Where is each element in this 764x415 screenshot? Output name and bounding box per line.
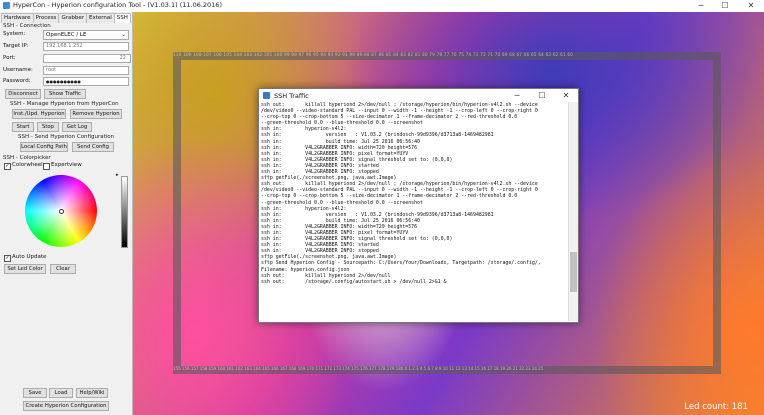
led-top-numbers: 110 109 108 107 106 105 104 103 102 101 … [173,52,574,57]
set-led-color-button[interactable]: Set Led Color [4,264,46,274]
ssh-close-button[interactable]: ✕ [554,89,578,102]
clear-button[interactable]: Clear [50,264,76,274]
tab-bar: Hardware Process Grabber External SSH [1,13,131,23]
ssh-traffic-window: SSH Traffic ─ ☐ ✕ ssh out: killall hyper… [258,88,579,323]
colorwheel-checkbox[interactable]: ✓ [4,163,11,170]
tab-grabber[interactable]: Grabber [58,13,87,23]
ssh-log-line: sftp Send Hyperion Config - Sourcepath: … [261,260,541,267]
maximize-button[interactable]: ☐ [714,0,736,12]
system-value: OpenELEC / LE [46,32,87,38]
ssh-minimize-button[interactable]: ─ [505,89,529,102]
tab-ssh[interactable]: SSH [113,13,131,23]
disconnect-button[interactable]: Disconnect [5,89,41,99]
local-config-path-button[interactable]: Local Config Path [20,142,68,152]
manage-hyperion-group: SSH - Manage Hyperion from HyperCon [10,101,119,107]
ssh-log-line: ssh out: /storage/.config/autostart.sh >… [261,278,447,285]
config-panel: Hardware Process Grabber External SSH SSH - … [0,12,133,415]
tab-process[interactable]: Process [32,13,60,23]
password-label: Password: [3,78,31,84]
ssh-traffic-title: SSH Traffic [274,92,309,100]
colorwheel-label: Colorwheel [12,162,43,168]
close-button[interactable]: ✕ [740,0,762,12]
username-label: Username: [3,67,33,73]
system-label: System: [3,31,26,37]
tab-hardware[interactable]: Hardware [1,13,34,23]
send-config-group: SSH - Send Hyperion Configuration [18,134,115,140]
led-count: Led count: 181 [684,402,748,412]
port-field[interactable]: 22 [43,54,131,63]
target-ip-field[interactable]: 192.168.1.252 [43,42,129,51]
username-field[interactable]: root [43,66,129,75]
expertview-label: Expertview [51,162,82,168]
save-button[interactable]: Save [23,388,47,398]
ssh-maximize-button[interactable]: ☐ [530,89,554,102]
ssh-traffic-log[interactable]: ssh out: killall hyperiond 2>/dev/null ;… [260,102,568,315]
tab-external[interactable]: External [85,13,115,23]
colorpicker-group: SSH - Colorpicker [3,155,51,161]
ssh-log-scrollbar[interactable] [568,102,578,321]
send-config-button[interactable]: Send Config [72,142,114,152]
window-title: HyperCon - Hyperion configuration Tool -… [13,1,222,9]
chevron-down-icon: ⌄ [121,32,126,38]
get-log-button[interactable]: Get Log [62,122,92,132]
ssh-window-icon [263,92,270,99]
auto-update-checkbox[interactable]: ✓ [4,255,11,262]
password-field[interactable]: ●●●●●●●●●● [43,77,129,86]
app-icon [3,2,10,9]
ssh-log-scroll-thumb[interactable] [570,252,577,292]
show-traffic-button[interactable]: Show Traffic [44,89,86,99]
install-hyperion-button[interactable]: Inst./Upd. Hyperion [12,109,66,119]
brightness-slider[interactable] [121,176,128,248]
target-ip-label: Target IP: [3,43,29,49]
auto-update-label: Auto Update [12,254,47,260]
help-wiki-button[interactable]: Help/Wiki [76,388,108,398]
ssh-traffic-titlebar: SSH Traffic ─ ☐ ✕ [259,89,578,102]
color-wheel-cursor[interactable] [59,209,64,214]
expertview-checkbox[interactable] [43,163,50,170]
create-configuration-button[interactable]: Create Hyperion Configuration [23,401,109,411]
ssh-connection-group: SSH - Connection [3,23,51,29]
minimize-button[interactable]: ─ [690,0,712,12]
led-bottom-numbers: 155 156 157 158 159 160 161 162 163 164 … [173,366,544,371]
remove-hyperion-button[interactable]: Remove Hyperion [70,109,122,119]
slider-marker-icon[interactable]: ▸ [116,172,119,178]
stop-button[interactable]: Stop [37,122,59,132]
port-label: Port: [3,55,16,61]
load-button[interactable]: Load [49,388,73,398]
system-select[interactable]: OpenELEC / LE ⌄ [43,30,129,40]
start-button[interactable]: Start [12,122,34,132]
